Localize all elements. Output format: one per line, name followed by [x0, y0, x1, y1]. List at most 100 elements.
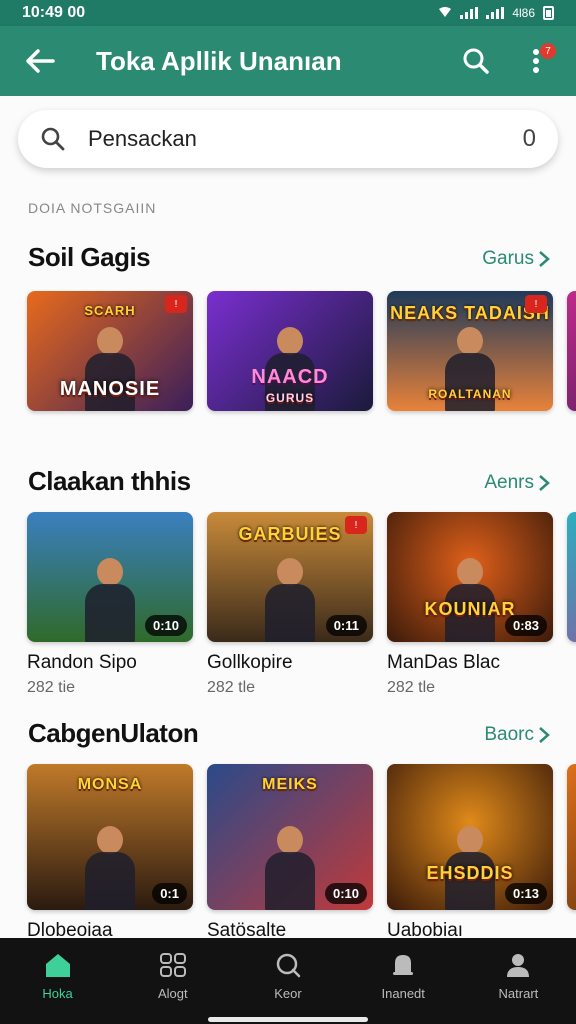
duration-pill: 0:11 — [325, 615, 367, 636]
character-art — [255, 818, 325, 910]
search-icon — [276, 953, 301, 978]
corner-badge: ! — [525, 295, 547, 313]
game-card[interactable]: SCARH MANOSIE ! — [27, 291, 193, 411]
thumb-title: EHSDDIS — [426, 863, 514, 883]
game-thumbnail: SCARH MANOSIE ! — [27, 291, 193, 411]
video-thumbnail: MONSA 0:1 — [27, 764, 193, 910]
see-more-label: Garus — [482, 248, 534, 269]
duration-pill: 0:10 — [144, 615, 187, 636]
character-art — [75, 818, 145, 910]
card-title: Dlobeoiaa — [27, 920, 113, 938]
video-card[interactable]: EHSDDIS 0:13 Uabobiaı — [387, 764, 553, 938]
character-art — [75, 550, 145, 642]
chevron-right-icon — [539, 475, 550, 491]
thumb-title: MANOSIE — [59, 378, 161, 400]
profile-icon — [507, 954, 530, 977]
corner-badge: ! — [165, 295, 187, 313]
video-card-partial[interactable] — [567, 512, 576, 697]
duration-pill: 0:1 — [152, 883, 187, 904]
status-time: 10:49 00 — [22, 4, 86, 21]
video-thumbnail: GARBUIES ! 0:11 — [207, 512, 373, 642]
nav-label: Natrart — [498, 986, 539, 1001]
see-more-link[interactable]: Aenrs — [484, 472, 550, 494]
game-card[interactable]: NEAKS TADAISH ROALTANAN ! — [387, 291, 553, 411]
more-options-button[interactable]: 7 — [516, 41, 556, 81]
chevron-right-icon — [539, 727, 550, 743]
signal-icon-2 — [486, 7, 505, 19]
section-title: Claakan thhis — [28, 466, 191, 496]
see-more-label: Aenrs — [484, 472, 534, 493]
main-content: 0 DOIA NOTSGAIIN Soil Gagis Garus SCARH … — [0, 96, 576, 938]
video-card[interactable]: GARBUIES ! 0:11 Gollkopire 282 tle — [207, 512, 373, 697]
search-input[interactable] — [88, 126, 523, 152]
video-card[interactable]: KOUNIAR 0:83 ManDas Blac 282 tle — [387, 512, 553, 697]
card-meta: 282 tie — [27, 679, 76, 696]
duration-pill: 0:83 — [504, 615, 547, 636]
card-title: Satösalte — [207, 920, 287, 938]
bottom-navigation: Hoka Alogt Keor Inanedt Natrart — [0, 938, 576, 1024]
see-more-link[interactable]: Baorc — [484, 724, 550, 746]
search-bar[interactable]: 0 — [18, 110, 558, 168]
home-icon — [45, 954, 70, 977]
nav-label: Inanedt — [381, 986, 425, 1001]
search-icon — [40, 124, 70, 154]
see-more-label: Baorc — [484, 724, 534, 745]
video-card-partial[interactable] — [567, 764, 576, 938]
thumb-subtitle: ROALTANAN — [428, 387, 512, 401]
home-indicator[interactable] — [208, 1017, 368, 1022]
character-art — [255, 550, 325, 642]
nav-item-notifications[interactable]: Inanedt — [346, 938, 461, 1024]
video-thumbnail — [567, 512, 576, 642]
game-thumbnail: NEAKS TADAISH ROALTANAN ! — [387, 291, 553, 411]
video-thumbnail: MEIKS 0:10 — [207, 764, 373, 910]
video-thumbnail: KOUNIAR 0:83 — [387, 512, 553, 642]
duration-pill: 0:10 — [324, 883, 367, 904]
card-row: SCARH MANOSIE ! NAACD GURUS NEAKS TADAIS… — [27, 291, 576, 411]
section-header: CabgenUlaton Baorc — [0, 714, 576, 754]
back-button[interactable] — [20, 41, 60, 81]
video-thumbnail: EHSDDIS 0:13 — [387, 764, 553, 910]
video-card[interactable]: MONSA 0:1 Dlobeoiaa — [27, 764, 193, 938]
battery-icon — [543, 6, 554, 20]
section-header: Soil Gagis Garus — [0, 238, 576, 278]
game-thumbnail: NAACD GURUS — [207, 291, 373, 411]
section-overline: DOIA NOTSGAIIN — [28, 200, 157, 216]
card-meta: 282 tle — [207, 679, 256, 696]
card-meta: 282 tle — [387, 679, 436, 696]
search-button[interactable] — [456, 41, 496, 81]
section-featured: Soil Gagis Garus SCARH MANOSIE ! NAACD G… — [0, 238, 576, 411]
game-card-partial[interactable] — [567, 291, 576, 411]
nav-item-grid[interactable]: Alogt — [115, 938, 230, 1024]
status-icons: 4l86 — [438, 6, 554, 21]
card-title: Uabobiaı — [387, 920, 464, 938]
search-icon — [463, 48, 489, 74]
card-row: MONSA 0:1 Dlobeoiaa MEIKS 0:10 Satösalte… — [27, 764, 576, 938]
section-header: Claakan thhis Aenrs — [0, 462, 576, 502]
bell-icon — [393, 955, 414, 975]
card-row: 0:10 Randon Sipo 282 tie GARBUIES ! 0:11… — [27, 512, 576, 697]
nav-item-home[interactable]: Hoka — [0, 938, 115, 1024]
grid-icon — [159, 953, 186, 977]
card-title: Randon Sipo — [27, 652, 137, 673]
video-card[interactable]: MEIKS 0:10 Satösalte — [207, 764, 373, 938]
app-bar: Toka Apllik Unanıan 7 — [0, 26, 576, 96]
nav-item-profile[interactable]: Natrart — [461, 938, 576, 1024]
signal-text: 4l86 — [512, 6, 535, 20]
see-more-link[interactable]: Garus — [482, 248, 550, 270]
more-vertical-icon — [533, 49, 539, 73]
card-title: Gollkopire — [207, 652, 293, 673]
thumb-title: NAACD — [251, 366, 329, 388]
corner-badge: ! — [345, 516, 367, 534]
section-clips: Claakan thhis Aenrs 0:10 Randon Sipo 282… — [0, 462, 576, 696]
signal-icon — [460, 7, 479, 19]
page-title: Toka Apllik Unanıan — [96, 45, 342, 76]
nav-item-search[interactable]: Keor — [230, 938, 345, 1024]
duration-pill: 0:13 — [504, 883, 547, 904]
game-card[interactable]: NAACD GURUS — [207, 291, 373, 411]
thumb-title: MEIKS — [262, 776, 318, 793]
section-category: CabgenUlaton Baorc MONSA 0:1 Dlobeoiaa M… — [0, 714, 576, 938]
arrow-left-icon — [26, 49, 55, 73]
nav-label: Alogt — [157, 986, 188, 1001]
video-card[interactable]: 0:10 Randon Sipo 282 tie — [27, 512, 193, 697]
video-thumbnail — [567, 764, 576, 910]
